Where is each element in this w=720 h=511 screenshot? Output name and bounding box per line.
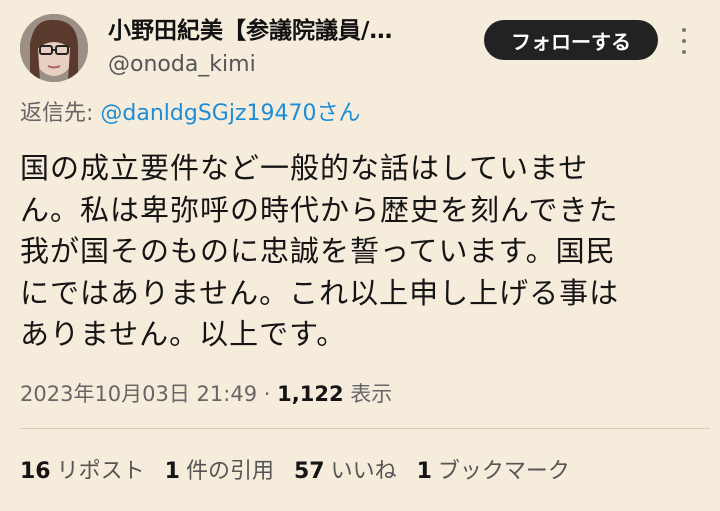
timestamp[interactable]: 2023年10月03日 21:49 bbox=[20, 382, 257, 406]
tweet-card: 小野田紀美【参議院議員/… @onoda_kimi フォローする 返信先: @d… bbox=[0, 0, 720, 511]
reposts-label: リポスト bbox=[56, 459, 145, 484]
bookmarks-label: ブックマーク bbox=[437, 459, 570, 484]
avatar[interactable] bbox=[20, 14, 88, 82]
views-label: 表示 bbox=[343, 382, 393, 406]
bookmarks-count: 1 bbox=[416, 459, 432, 484]
reposts-count: 16 bbox=[20, 459, 51, 484]
author-display-name[interactable]: 小野田紀美【参議院議員/… bbox=[108, 14, 458, 48]
quotes-count: 1 bbox=[164, 459, 180, 484]
engagement-stats: 16 リポスト 1 件の引用 57 いいね 1 ブックマーク bbox=[20, 456, 590, 488]
likes-label: いいね bbox=[330, 459, 397, 484]
bookmarks-stat[interactable]: 1 ブックマーク bbox=[417, 456, 570, 488]
reply-prefix: 返信先: bbox=[20, 101, 101, 126]
reply-target-link[interactable]: @danldgSGjz19470さん bbox=[100, 101, 360, 126]
avatar-image bbox=[20, 14, 88, 82]
reply-context: 返信先: @danldgSGjz19470さん bbox=[20, 98, 361, 130]
quotes-label: 件の引用 bbox=[185, 459, 274, 484]
meta-separator: · bbox=[257, 382, 278, 406]
more-options-icon[interactable] bbox=[676, 28, 692, 54]
divider bbox=[20, 428, 710, 429]
quotes-stat[interactable]: 1 件の引用 bbox=[165, 456, 274, 488]
tweet-meta: 2023年10月03日 21:49 · 1,122 表示 bbox=[20, 378, 392, 410]
likes-stat[interactable]: 57 いいね bbox=[294, 456, 397, 488]
follow-button[interactable]: フォローする bbox=[484, 20, 658, 60]
tweet-text: 国の成立要件など一般的な話はしていませ ん。私は卑弥呼の時代から歴史を刻んできた… bbox=[20, 151, 620, 351]
author-handle[interactable]: @onoda_kimi bbox=[108, 50, 256, 80]
reposts-stat[interactable]: 16 リポスト bbox=[20, 456, 145, 488]
likes-count: 57 bbox=[293, 459, 325, 484]
views-count: 1,122 bbox=[277, 382, 344, 406]
